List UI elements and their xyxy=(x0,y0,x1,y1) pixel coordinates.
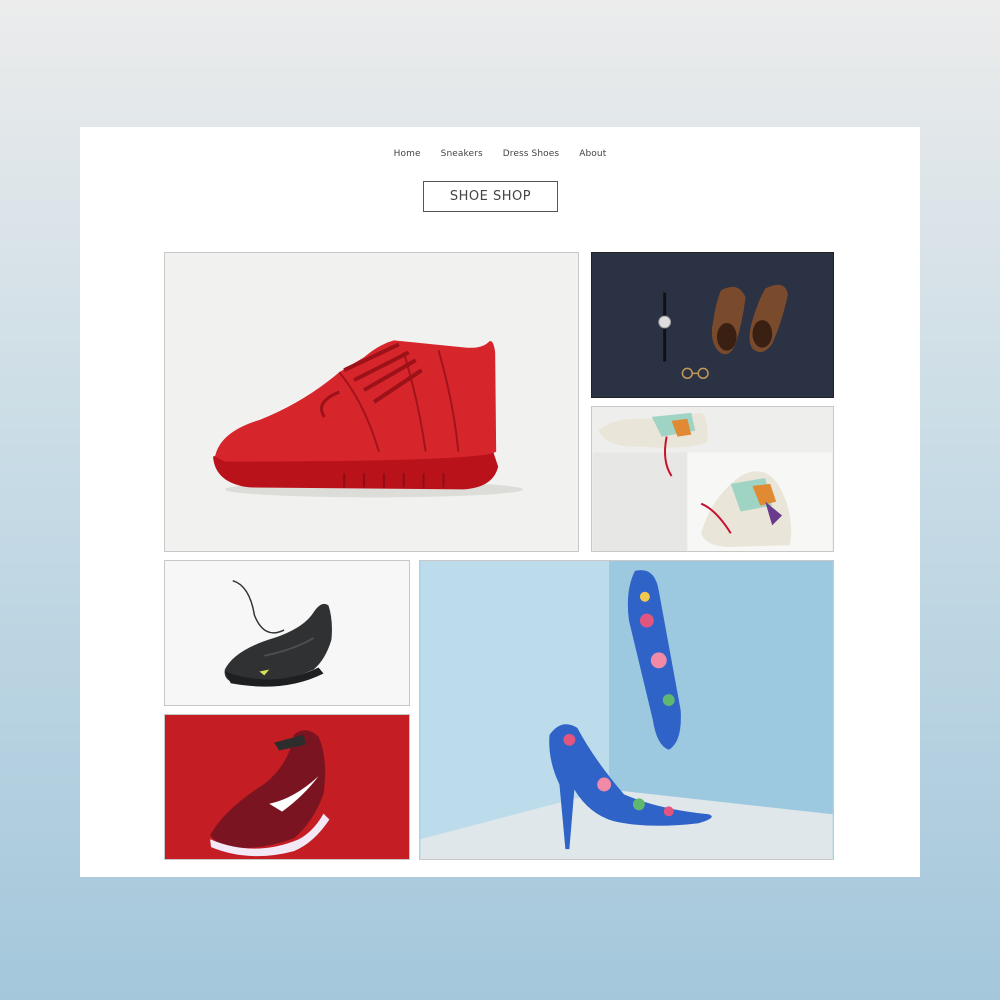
gallery-image-chunky-sneakers[interactable] xyxy=(591,406,834,552)
gallery-image-black-runner[interactable] xyxy=(164,560,410,706)
chunky-sneakers-image xyxy=(592,407,833,551)
nav-home[interactable]: Home xyxy=(394,149,421,159)
nav-about[interactable]: About xyxy=(579,149,606,159)
nav-sneakers[interactable]: Sneakers xyxy=(441,149,483,159)
gallery-image-floral-heels[interactable] xyxy=(419,560,834,860)
dress-shoes-image xyxy=(592,253,833,397)
red-sneaker-image xyxy=(165,253,578,551)
gallery-image-red-sneaker[interactable] xyxy=(164,252,579,552)
floral-heels-image xyxy=(420,561,833,859)
site-logo[interactable]: SHOE SHOP xyxy=(423,181,558,212)
red-runner-image xyxy=(165,715,409,859)
black-runner-image xyxy=(165,561,409,705)
main-nav: Home Sneakers Dress Shoes About xyxy=(80,149,920,159)
gallery-image-red-runner[interactable] xyxy=(164,714,410,860)
page-container: Home Sneakers Dress Shoes About SHOE SHO… xyxy=(80,127,920,877)
nav-dress-shoes[interactable]: Dress Shoes xyxy=(503,149,559,159)
gallery-image-dress-shoes[interactable] xyxy=(591,252,834,398)
